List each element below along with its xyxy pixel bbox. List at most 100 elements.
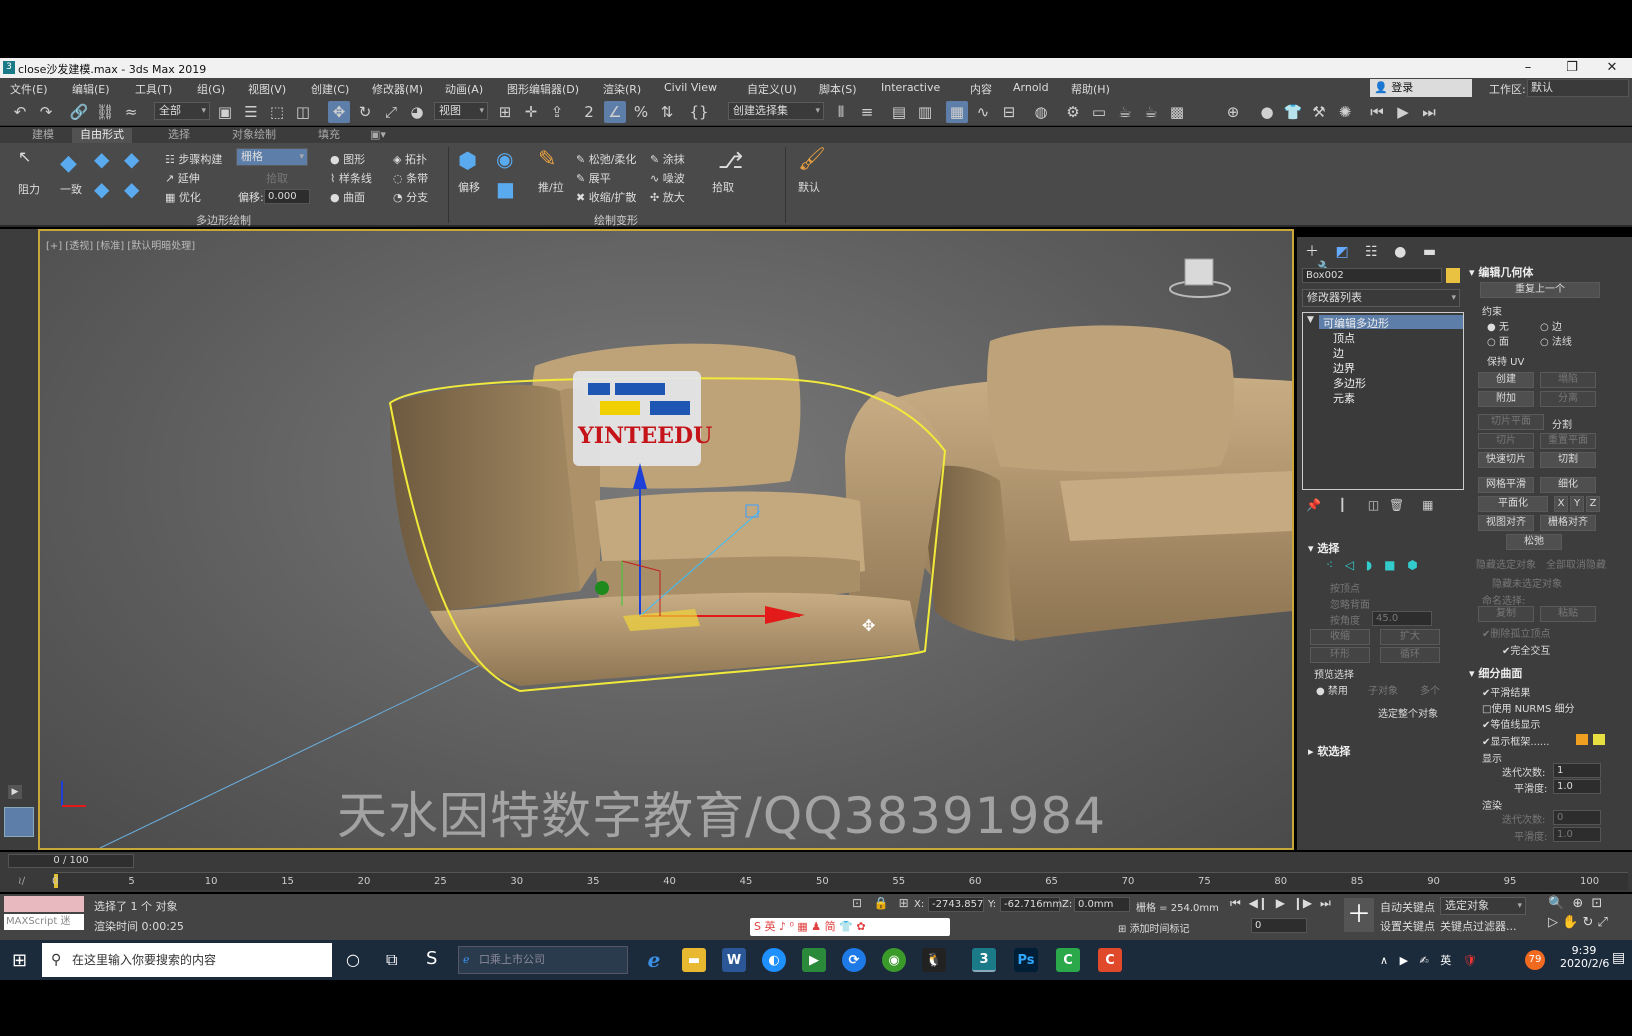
splines-button[interactable]: ⌇ 样条线 [330,170,372,186]
stack-item-border[interactable]: 边界 [1333,360,1355,376]
constraint-normal-radio[interactable]: ○ 法线 [1540,333,1572,348]
rect-selection-icon[interactable]: ⬚ [266,101,288,123]
brush-icon-4[interactable]: ◆ [124,177,139,201]
tessellate-button[interactable]: 细化 [1540,477,1596,493]
menu-edit[interactable]: 编辑(E) [72,81,110,97]
pickup-label[interactable]: 拾取 [712,179,734,195]
abs-mode-icon[interactable]: ⊞ [899,896,909,910]
shift-label[interactable]: 偏移 [458,179,480,195]
detach-button[interactable]: 分离 [1540,391,1596,407]
render-production-icon[interactable]: ☕ [1114,101,1136,123]
current-frame-field[interactable]: 0 [1251,918,1307,933]
goto-end-icon[interactable]: ⏭ [1320,896,1331,910]
relax-soften-button[interactable]: ✎ 松弛/柔化 [576,151,636,167]
time-slider[interactable]: 0 / 100 [8,854,134,868]
set-key-button[interactable]: 设置关键点 [1380,918,1435,934]
lock-icon[interactable]: 🔒 [874,896,889,910]
edit-geometry-rollout-title[interactable]: ▾ 编辑几何体 [1469,264,1533,280]
browser-search-field[interactable]: ℯ 口乘上市公司 [458,946,628,974]
smudge-button[interactable]: ✎ 涂抹 [650,151,685,167]
object-name-field[interactable]: Box002 [1302,268,1442,283]
branches-button[interactable]: ◔ 分支 [393,189,428,205]
extend-button[interactable]: ↗ 延伸 [165,170,200,186]
unlink-icon[interactable]: ⛓ [94,101,116,123]
shirt-tool-icon[interactable]: 👕 [1282,101,1304,123]
push-pull-label[interactable]: 推/拉 [538,179,564,195]
sphere-tool-icon[interactable]: ● [1256,101,1278,123]
display-tab-icon[interactable]: ▬ [1423,244,1436,260]
set-key-icon[interactable]: ＋ [1344,898,1374,932]
tray-shield-icon[interactable]: 🛡 [1463,954,1477,967]
undo-icon[interactable]: ↶ [9,101,31,123]
toggle-ribbon-icon[interactable]: ▦ [946,101,968,123]
stack-item-edge[interactable]: 边 [1333,345,1344,361]
tab-object-paint[interactable]: 对象绘制 [224,128,284,143]
camtasia-green-icon[interactable]: C [1056,948,1080,972]
planarize-y-button[interactable]: Y [1570,496,1584,512]
menu-create[interactable]: 创建(C) [311,81,349,97]
zoom-icon[interactable]: 🔍 [1548,896,1564,911]
key-selection-dropdown[interactable]: 选定对象 [1440,897,1526,915]
preview-disable-radio[interactable]: ● 禁用 [1316,682,1348,697]
hide-selected-button[interactable]: 隐藏选定对象 [1476,556,1536,571]
selection-rollout-title[interactable]: ▾ 选择 [1308,540,1339,556]
material-editor-icon[interactable]: ◍ [1030,101,1052,123]
move-icon[interactable]: ✥ [328,101,350,123]
relax-button[interactable]: 松弛 [1506,534,1562,550]
cut-button[interactable]: 切割 [1540,452,1596,468]
next-frame-icon[interactable]: ❙▶ [1293,896,1312,910]
select-manipulate-icon[interactable]: ✛ [520,101,542,123]
meshsmooth-button[interactable]: 网格平滑 [1478,477,1534,493]
attach-button[interactable]: 附加 [1478,391,1534,407]
configure-sets-icon[interactable]: ▦ [1422,498,1433,512]
percent-snap-icon[interactable]: % [630,101,652,123]
subdivision-rollout-title[interactable]: ▾ 细分曲面 [1469,665,1522,681]
copy-button[interactable]: 复制 [1478,606,1534,622]
conform-label[interactable]: 一致 [60,181,82,197]
render-setup-icon[interactable]: ⚙ [1062,101,1084,123]
keyboard-shortcut-icon[interactable]: ⇪ [546,101,568,123]
group-paint-deform[interactable]: 绘制变形 [594,212,638,228]
planarize-z-button[interactable]: Z [1586,496,1600,512]
rendered-frame-icon[interactable]: ▭ [1088,101,1110,123]
collapse-button[interactable]: 塌陷 [1540,372,1596,388]
pick-surface-label[interactable]: 拾取 [266,170,288,186]
explorer-icon[interactable]: ▬ [682,948,706,972]
grow-button[interactable]: 扩大 [1380,629,1440,645]
offset-field[interactable]: 0.000 [264,189,310,204]
create-tab-icon[interactable]: ＋ [1305,244,1319,260]
border-mode-icon[interactable]: ◗ [1366,558,1372,572]
slice-plane-button[interactable]: 切片平面 [1478,414,1544,430]
show-cage-checkbox[interactable]: ✔显示框架...... [1482,733,1549,748]
shrink-button[interactable]: 收缩 [1310,629,1370,645]
tray-pen-icon[interactable]: ✍ [1420,954,1429,967]
close-button[interactable]: ✕ [1597,59,1627,77]
select-object-icon[interactable]: ▣ [214,101,236,123]
shapes-button[interactable]: ● 图形 [330,151,365,167]
select-by-name-icon[interactable]: ☰ [240,101,262,123]
cage-color-1[interactable] [1576,734,1588,745]
reference-coord-system[interactable]: 视图 [434,102,488,120]
drag-label[interactable]: 阻力 [18,181,40,197]
prev-frame-icon[interactable]: ◀❙ [1249,896,1268,910]
split-checkbox[interactable]: 分割 [1552,416,1572,431]
ignore-backfacing-checkbox[interactable]: 忽略背面 [1330,596,1370,611]
menu-arnold[interactable]: Arnold [1013,81,1049,94]
zoom-all-icon[interactable]: ⊕ [1572,896,1583,911]
brush-icon-3[interactable]: ◆ [94,177,109,201]
app-green-icon[interactable]: ◉ [882,948,906,972]
pivot-icon[interactable]: ⊞ [494,101,516,123]
render-cloud-icon[interactable]: ▩ [1166,101,1188,123]
by-angle-checkbox[interactable]: 按角度 [1330,612,1360,627]
camtasia-red-icon[interactable]: C [1098,948,1122,972]
remove-modifier-icon[interactable]: 🗑 [1389,498,1404,512]
keyframe-prev-icon[interactable]: ⏮ [1366,101,1388,123]
cage-color-2[interactable] [1593,734,1605,745]
constraint-edge-radio[interactable]: ○ 边 [1540,318,1562,333]
brush-icon-1[interactable]: ◆ [94,147,109,171]
preserve-uv-checkbox[interactable]: 保持 UV [1487,353,1524,368]
push-pull-icon[interactable]: ✎ [538,147,556,172]
topology-button[interactable]: ◈ 拓扑 [393,151,427,167]
smoothness-field[interactable]: 1.0 [1553,779,1601,794]
stack-item-element[interactable]: 元素 [1333,390,1355,406]
